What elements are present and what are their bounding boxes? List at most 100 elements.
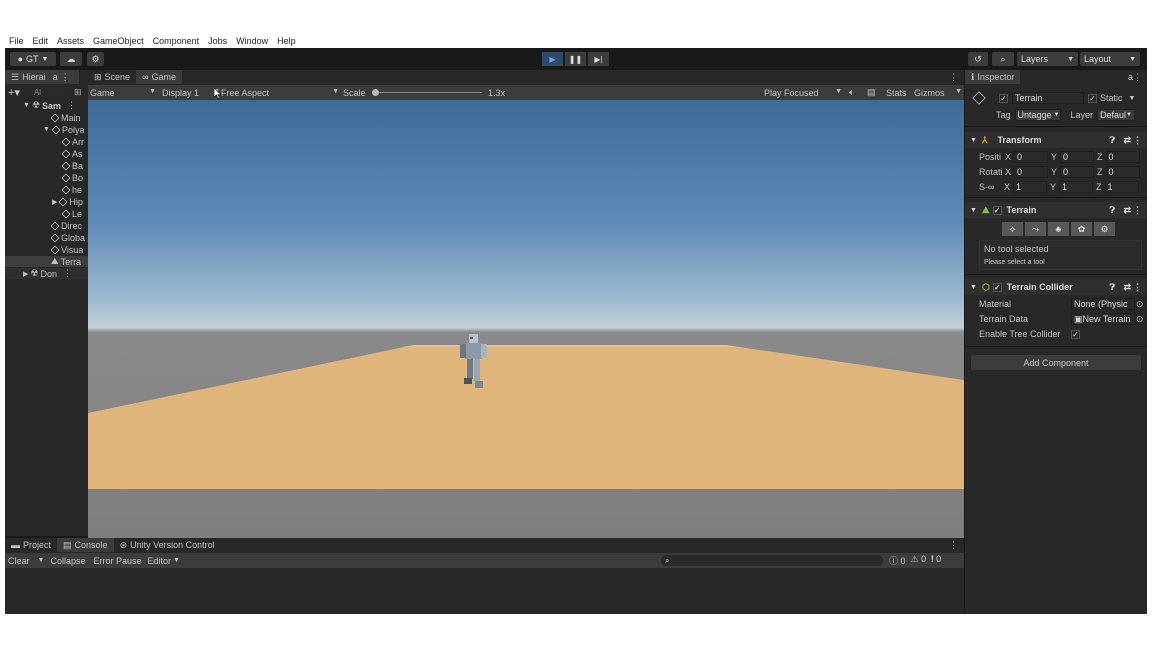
scale-slider[interactable] [374,92,482,93]
hierarchy-item[interactable]: Bo [62,172,83,183]
menu-gameobject[interactable]: GameObject [93,36,144,46]
play-focused-dropdown[interactable]: Play Focused ▼ [764,88,842,98]
hierarchy-item[interactable]: ▶ Hip [52,196,83,207]
hierarchy-item[interactable]: Le [62,208,82,219]
menu-jobs[interactable]: Jobs [208,36,227,46]
hierarchy-item-scene[interactable]: ▼ ☢ Sam ⋮ [5,100,88,111]
create-terrain-icon[interactable]: ⟡ [1002,222,1023,236]
aspect-dropdown[interactable]: Free Aspect ▼ [221,88,339,98]
terrain-data-field[interactable]: ▣ New Terrain [1071,313,1135,325]
menu-window[interactable]: Window [236,36,268,46]
hierarchy-item[interactable]: Main [51,112,81,123]
play-button[interactable]: ▶ [542,52,563,66]
terrain-collider-header[interactable]: ▼ ⬡ ✓ Terrain Collider ❓︎ ⇄ ⋮ [965,279,1147,295]
tab-scene[interactable]: ⊞ Scene [88,70,136,84]
position-z-field[interactable]: 0 [1105,151,1140,163]
hierarchy-search-input[interactable]: Al [30,86,71,98]
tree-collider-checkbox[interactable]: ✓ [1071,329,1080,339]
help-icon[interactable]: ❓︎ [1110,282,1115,293]
chevron-down-icon[interactable]: ▼ [1129,95,1136,102]
stats-toggle-icon[interactable]: ▤ [867,87,876,98]
link-icon[interactable]: -∞ [985,182,1004,192]
menu-edit[interactable]: Edit [33,36,49,46]
transform-header[interactable]: ▼ ⅄ Transform ❓︎ ⇄ ⋮ [965,132,1147,148]
rotation-x-field[interactable]: 0 [1014,166,1049,178]
hierarchy-item[interactable]: Visua [51,244,83,255]
gizmos-dropdown[interactable]: Gizmos ▼ [914,88,962,98]
layer-dropdown[interactable]: Defaul ▼ [1097,109,1136,121]
stats-button[interactable]: Stats [886,88,907,98]
hierarchy-item[interactable]: ▼ Polya [43,124,84,135]
history-button[interactable]: ↺ [968,52,988,66]
position-y-field[interactable]: 0 [1060,151,1095,163]
help-icon[interactable]: ❓︎ [1110,135,1115,146]
tab-game[interactable]: ∞ Game [136,70,183,84]
add-icon[interactable]: +▾ [8,86,20,99]
hierarchy-item[interactable]: Ba [62,160,83,171]
hierarchy-item[interactable]: he [62,184,82,195]
active-checkbox[interactable]: ✓ [999,93,1008,103]
object-picker-icon[interactable]: ⊙ [1136,314,1144,325]
cloud-button[interactable]: ☁ [60,52,82,66]
preset-icon[interactable]: ⇄ [1123,205,1131,216]
game-mode-dropdown[interactable]: Game ▼ [90,88,156,98]
more-icon[interactable]: ⋮ [949,540,958,551]
hierarchy-item[interactable]: Direc [51,220,82,231]
paint-trees-icon[interactable]: ♣ [1048,222,1069,236]
rotation-y-field[interactable]: 0 [1060,166,1095,178]
menu-help[interactable]: Help [277,36,296,46]
more-icon[interactable]: ⋮ [1133,282,1142,293]
more-icon[interactable]: ⋮ [1133,205,1142,216]
scale-z-field[interactable]: 1 [1104,181,1139,193]
chevron-down-icon[interactable]: ▼ [38,557,45,564]
info-count[interactable]: ⓘ 0 [889,554,906,567]
position-x-field[interactable]: 0 [1014,151,1049,163]
terrain-enabled-checkbox[interactable]: ✓ [992,205,1002,215]
tab-project[interactable]: ▬ Project [5,538,57,552]
warning-count[interactable]: ⚠ 0 [911,554,927,567]
filter-icon[interactable]: ⊞ [74,87,82,98]
hierarchy-item-scene[interactable]: ▶ ☢ Don ⋮ [5,268,88,279]
layout-dropdown[interactable]: Layout ▼ [1080,52,1140,66]
pause-button[interactable]: ❚❚ [565,52,586,66]
error-pause-button[interactable]: Error Pause [93,556,141,566]
menu-component[interactable]: Component [153,36,200,46]
speaker-icon[interactable]: 🔈︎ [849,87,854,98]
more-icon[interactable]: ⋮ [949,72,958,83]
error-count[interactable]: ❗︎ 0 [931,554,941,567]
add-component-button[interactable]: Add Component [971,355,1141,370]
editor-dropdown[interactable]: Editor [148,556,172,566]
tab-console[interactable]: ▤ Console [57,538,114,552]
preset-icon[interactable]: ⇄ [1123,135,1131,146]
hierarchy-item[interactable]: As [62,148,83,159]
search-button[interactable]: ⌕ [992,52,1014,66]
scale-slider-handle[interactable] [372,89,379,96]
collapse-button[interactable]: Collapse [50,556,85,566]
game-viewport[interactable] [88,100,964,538]
layers-dropdown[interactable]: Layers ▼ [1017,52,1078,66]
account-dropdown[interactable]: ● GT ▼ [10,52,56,66]
paint-terrain-icon[interactable]: ⤳ [1025,222,1046,236]
material-field[interactable]: None (Physic [1071,298,1135,310]
static-checkbox[interactable]: ✓ [1088,93,1097,103]
tag-dropdown[interactable]: Untagge ▼ [1014,109,1061,121]
scale-y-field[interactable]: 1 [1059,181,1094,193]
step-button[interactable]: ▶| [588,52,609,66]
object-picker-icon[interactable]: ⊙ [1136,299,1144,310]
display-dropdown[interactable]: Display 1▼ [162,88,220,98]
scale-x-field[interactable]: 1 [1013,181,1048,193]
terrain-header[interactable]: ▼ ⛰ ✓ Terrain ❓︎ ⇄ ⋮ [965,202,1147,218]
menu-assets[interactable]: Assets [57,36,84,46]
tab-inspector[interactable]: ℹ Inspector [965,70,1021,84]
terrain-settings-icon[interactable]: ⚙ [1094,222,1115,236]
more-icon[interactable]: ⋮ [1133,72,1142,83]
collider-enabled-checkbox[interactable]: ✓ [992,282,1002,292]
settings-button[interactable]: ⚙ [87,52,104,66]
object-name-field[interactable]: Terrain [1012,92,1084,104]
menu-file[interactable]: File [9,36,24,46]
tab-version-control[interactable]: ⊛ Unity Version Control [114,538,221,552]
paint-details-icon[interactable]: ✿ [1071,222,1092,236]
console-search-input[interactable]: ⌕ [661,555,883,566]
rotation-z-field[interactable]: 0 [1105,166,1140,178]
more-icon[interactable]: ⋮ [1133,135,1142,146]
